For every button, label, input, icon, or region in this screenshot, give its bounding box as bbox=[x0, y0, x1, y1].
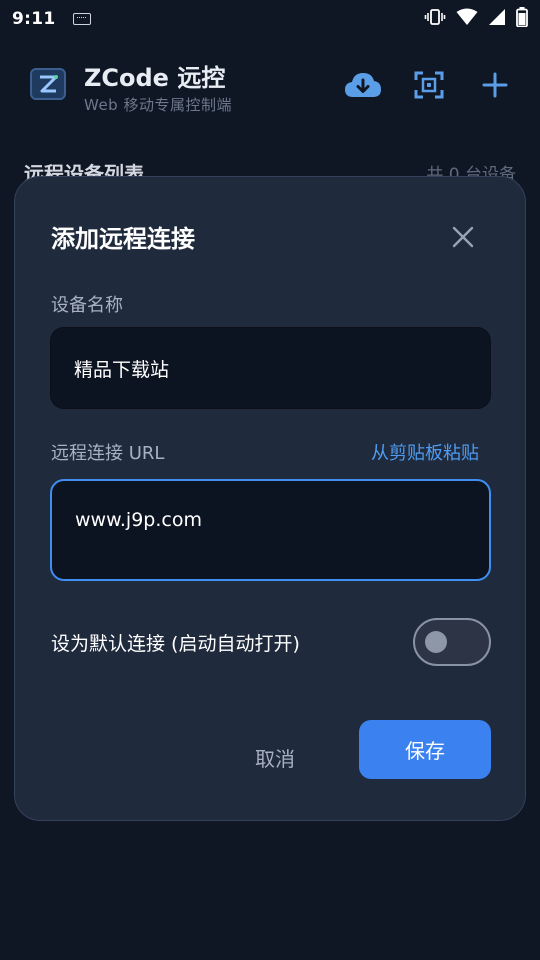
save-button[interactable]: 保存 bbox=[359, 720, 491, 779]
url-input[interactable]: www.j9p.com bbox=[50, 479, 491, 581]
signal-icon bbox=[488, 8, 506, 30]
cloud-download-icon bbox=[345, 73, 381, 97]
paste-from-clipboard-link[interactable]: 从剪贴板粘贴 bbox=[371, 439, 479, 465]
status-time: 9:11 bbox=[12, 9, 56, 29]
wifi-icon bbox=[456, 8, 478, 30]
device-name-label: 设备名称 bbox=[51, 295, 123, 316]
default-connection-label: 设为默认连接 (启动自动打开) bbox=[51, 633, 300, 655]
cancel-button[interactable]: 取消 bbox=[235, 737, 315, 777]
dialog-title: 添加远程连接 bbox=[51, 225, 195, 253]
battery-icon bbox=[516, 7, 528, 31]
status-bar: 9:11 bbox=[0, 0, 540, 38]
scan-icon bbox=[414, 71, 444, 99]
cloud-download-button[interactable] bbox=[343, 68, 383, 102]
scan-button[interactable] bbox=[409, 68, 449, 102]
add-icon bbox=[482, 72, 508, 98]
add-connection-dialog: 添加远程连接 设备名称 精品下载站 远程连接 URL 从剪贴板粘贴 www.j9… bbox=[14, 176, 526, 821]
app-logo bbox=[30, 68, 66, 100]
app-subtitle: Web 移动专属控制端 bbox=[84, 96, 232, 114]
add-button[interactable] bbox=[475, 68, 515, 102]
status-icons bbox=[424, 7, 528, 31]
device-name-input[interactable]: 精品下载站 bbox=[50, 327, 491, 409]
app-bar: ZCode 远控 Web 移动专属控制端 bbox=[0, 50, 540, 120]
url-label: 远程连接 URL bbox=[51, 443, 165, 464]
app-title: ZCode 远控 bbox=[84, 64, 226, 92]
keyboard-icon bbox=[73, 13, 92, 25]
close-icon bbox=[452, 226, 474, 248]
toggle-knob bbox=[425, 631, 447, 653]
default-connection-toggle[interactable] bbox=[413, 618, 491, 666]
close-button[interactable] bbox=[447, 221, 479, 253]
vibrate-icon bbox=[424, 8, 446, 30]
